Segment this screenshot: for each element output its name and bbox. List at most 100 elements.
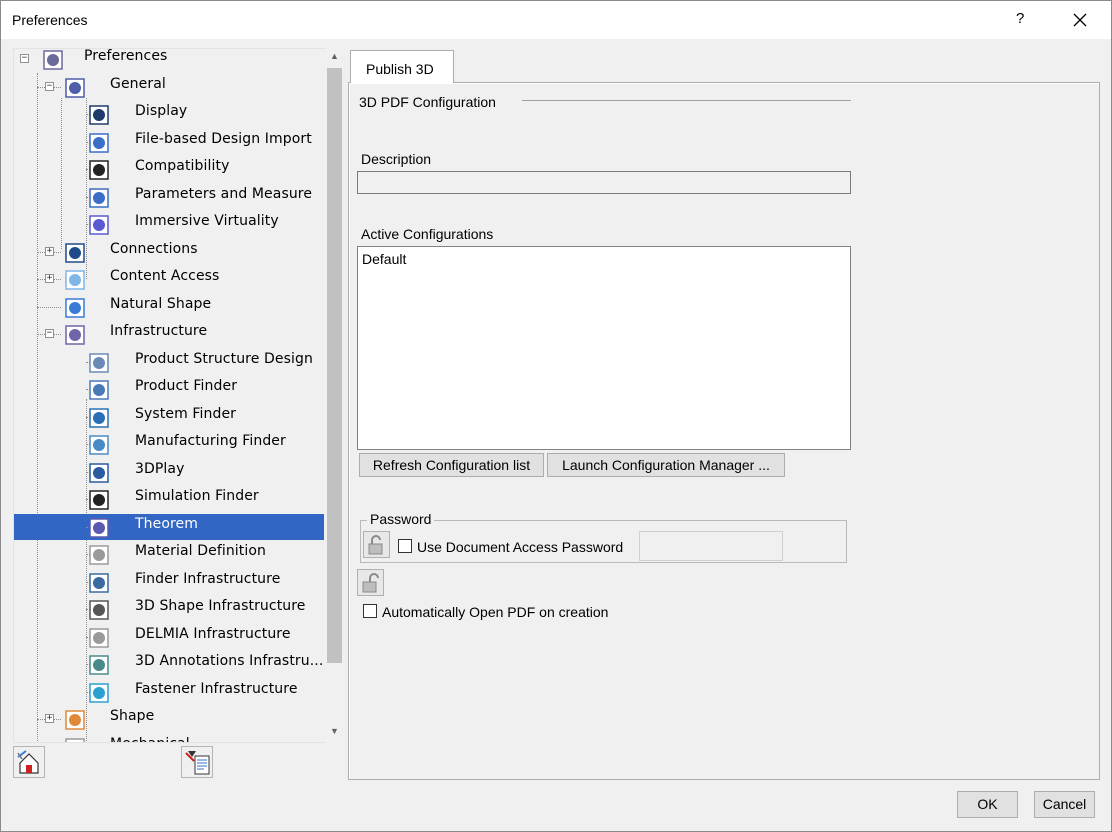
tree-item[interactable]: + Connections (14, 239, 326, 265)
active-configurations-label: Active Configurations (361, 226, 494, 242)
tree-item-label: DELMIA Infrastructure (135, 625, 291, 642)
parameters-dump-icon (185, 751, 210, 775)
preferences-root-icon (43, 50, 63, 70)
tree-item[interactable]: Parameters and Measure (14, 184, 326, 210)
delmia-infrastructure-icon (89, 627, 109, 648)
use-password-label: Use Document Access Password (417, 539, 624, 555)
display-icon (89, 105, 109, 125)
ok-button[interactable]: OK (957, 791, 1018, 818)
tree-item[interactable]: Simulation Finder (14, 486, 326, 512)
tree-scrollbar[interactable]: ▲ ▼ (326, 48, 343, 743)
parameters-icon (89, 187, 109, 208)
tree-item[interactable]: Display (14, 101, 326, 127)
tab-publish-3d[interactable]: Publish 3D (350, 50, 454, 83)
tree-item[interactable]: System Finder (14, 404, 326, 430)
password-lock-button[interactable] (363, 531, 390, 558)
tree-item-label: Material Definition (135, 543, 267, 559)
tree-item-label: Infrastructure (110, 323, 208, 339)
connections-icon (65, 242, 85, 263)
tree-item[interactable]: Natural Shape (14, 294, 326, 320)
tree-item-label: Content Access (110, 268, 220, 284)
preferences-dialog: Preferences ? − Preferences − General Displa… (0, 0, 1112, 832)
scroll-down-icon[interactable]: ▼ (326, 726, 343, 743)
tree-item[interactable]: Theorem (14, 513, 324, 540)
tree-item[interactable]: DELMIA Infrastructure (14, 624, 326, 650)
dump-parameters-button[interactable] (181, 746, 213, 778)
collapse-icon[interactable]: − (45, 329, 54, 338)
tree-item[interactable]: + Content Access (14, 266, 326, 292)
tree-item-label: Mechanical (110, 736, 190, 743)
tab-label: Publish 3D (366, 61, 434, 77)
collapse-icon[interactable]: − (45, 81, 54, 91)
scroll-up-icon[interactable]: ▲ (326, 51, 343, 68)
mechanical-icon (65, 737, 85, 742)
file-import-icon (89, 132, 109, 153)
tree-item[interactable]: − Infrastructure (14, 321, 326, 347)
tree-item-label: Simulation Finder (135, 488, 259, 504)
auto-open-pdf-checkbox[interactable] (363, 604, 377, 618)
collapse-icon[interactable]: − (20, 54, 29, 63)
use-password-checkbox[interactable] (398, 539, 412, 553)
fastener-infrastructure-icon (89, 682, 109, 703)
shape-icon (65, 710, 85, 730)
home-reset-icon (17, 750, 39, 774)
tree-item-label: System Finder (135, 405, 237, 422)
manufacturing-finder-icon (89, 435, 109, 455)
tree-item-label: 3DPlay (135, 460, 185, 477)
refresh-configuration-button[interactable]: Refresh Configuration list (359, 453, 544, 477)
tree-item[interactable]: Finder Infrastructure (14, 569, 326, 595)
expand-icon[interactable]: + (45, 246, 54, 256)
tree-item[interactable]: File-based Design Import (14, 129, 326, 155)
tree-item[interactable]: Mechanical (14, 734, 326, 743)
expand-icon[interactable]: + (45, 714, 54, 723)
tree-item[interactable]: Product Finder (14, 376, 326, 402)
tree-item-label: Fastener Infrastructure (135, 680, 298, 697)
tree-item[interactable]: Manufacturing Finder (14, 431, 326, 457)
list-item[interactable]: Default (362, 251, 406, 267)
tree-item[interactable]: Immersive Virtuality (14, 211, 326, 237)
section-title: 3D PDF Configuration (359, 94, 496, 110)
natural-shape-icon (65, 297, 85, 318)
help-button[interactable]: ? (1016, 10, 1024, 27)
finder-infrastructure-icon (89, 572, 109, 593)
immersive-icon (89, 215, 109, 235)
tree-item[interactable]: − General (14, 74, 326, 100)
launch-configuration-manager-button[interactable]: Launch Configuration Manager ... (547, 453, 785, 477)
tree-item-label: 3D Annotations Infrastru... (135, 653, 324, 669)
general-icon (65, 77, 85, 98)
tree-item[interactable]: − Preferences (14, 49, 326, 72)
product-structure-icon (89, 352, 109, 373)
tree-item[interactable]: 3D Shape Infrastructure (14, 596, 326, 622)
tree-item-label: Display (135, 103, 188, 119)
content-access-icon (65, 270, 85, 290)
unlock-button[interactable] (357, 569, 384, 596)
close-icon[interactable] (1067, 7, 1093, 33)
preferences-tree[interactable]: − Preferences − General Display File-based De… (13, 48, 343, 743)
window-title: Preferences (12, 12, 88, 28)
tree-item-label: File-based Design Import (135, 130, 312, 147)
tree-connector-line (37, 306, 61, 308)
expand-icon[interactable]: + (45, 274, 54, 283)
tree-item-label: Parameters and Measure (135, 185, 313, 202)
password-field[interactable] (639, 531, 783, 561)
unlock-icon (362, 573, 379, 593)
tree-item[interactable]: Product Structure Design (14, 349, 326, 375)
tree-item[interactable]: 3DPlay (14, 459, 326, 485)
tree-item[interactable]: 3D Annotations Infrastru... (14, 651, 326, 677)
infrastructure-icon (65, 325, 85, 345)
tree-item[interactable]: Fastener Infrastructure (14, 679, 326, 705)
tree-item[interactable]: Material Definition (14, 541, 326, 567)
theorem-icon (89, 517, 109, 538)
system-finder-icon (89, 407, 109, 428)
configurations-list[interactable]: Default (357, 246, 851, 450)
tree-item-label: Product Finder (135, 378, 238, 394)
3d-annotations-icon (89, 655, 109, 675)
scroll-thumb[interactable] (327, 68, 342, 663)
product-finder-icon (89, 380, 109, 400)
cancel-button[interactable]: Cancel (1034, 791, 1095, 818)
reset-preferences-button[interactable] (13, 746, 45, 778)
description-field[interactable] (357, 171, 851, 194)
tree-item[interactable]: + Shape (14, 706, 326, 732)
title-bar: Preferences ? (1, 1, 1111, 39)
tree-item[interactable]: Compatibility (14, 156, 326, 182)
